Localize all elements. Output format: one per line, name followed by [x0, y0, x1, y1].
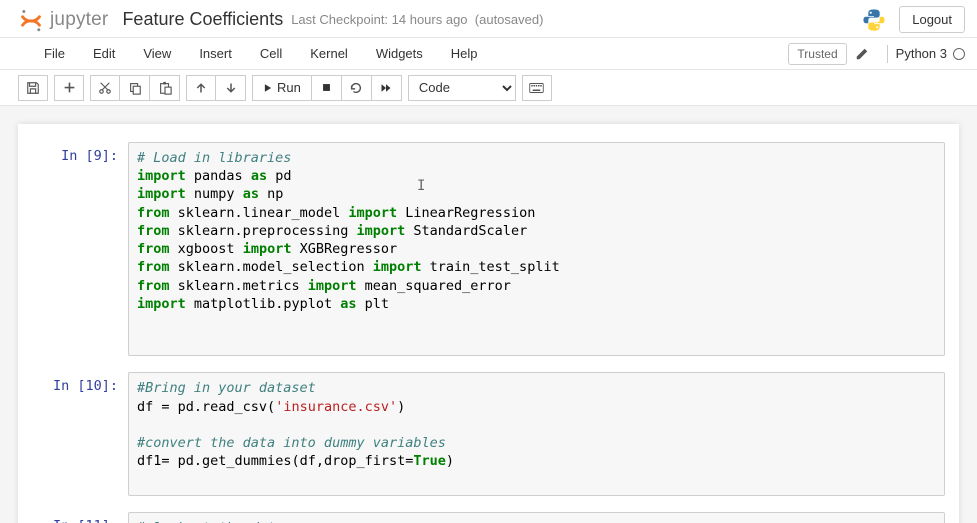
input-prompt: In [10]: — [32, 372, 128, 495]
celltype-select[interactable]: Code — [408, 75, 516, 101]
fast-forward-icon — [379, 82, 393, 94]
jupyter-logo-text: jupyter — [50, 9, 108, 31]
code-cell[interactable]: In [9]: # Load in libraries import panda… — [26, 138, 951, 360]
menu-cell[interactable]: Cell — [246, 40, 296, 67]
notebook-header: jupyter Feature Coefficients Last Checkp… — [0, 0, 977, 38]
cut-button[interactable] — [90, 75, 120, 101]
menu-widgets[interactable]: Widgets — [362, 40, 437, 67]
toolbar: Run Code — [0, 70, 977, 106]
code-input[interactable]: # look at the data df.head() — [128, 512, 945, 523]
logout-button[interactable]: Logout — [899, 6, 965, 33]
run-button[interactable]: Run — [252, 75, 312, 101]
code-input[interactable]: # Load in libraries import pandas as pd … — [128, 142, 945, 356]
pencil-icon[interactable] — [855, 47, 869, 61]
copy-icon — [128, 81, 142, 95]
checkpoint-text: Last Checkpoint: 14 hours ago (autosaved… — [291, 12, 543, 27]
code-input[interactable]: #Bring in your dataset df = pd.read_csv(… — [128, 372, 945, 495]
jupyter-logo[interactable]: jupyter — [18, 7, 108, 33]
copy-button[interactable] — [120, 75, 150, 101]
notebook-title[interactable]: Feature Coefficients — [122, 9, 283, 30]
move-down-button[interactable] — [216, 75, 246, 101]
input-prompt: In [9]: — [32, 142, 128, 356]
python-icon — [861, 7, 887, 33]
plus-icon — [63, 81, 76, 94]
kernel-name[interactable]: Python 3 — [896, 46, 947, 61]
menu-help[interactable]: Help — [437, 40, 492, 67]
menu-kernel[interactable]: Kernel — [296, 40, 362, 67]
restart-button[interactable] — [342, 75, 372, 101]
menubar: File Edit View Insert Cell Kernel Widget… — [0, 38, 977, 70]
play-icon — [263, 83, 273, 93]
refresh-icon — [349, 81, 363, 95]
notebook-container: In [9]: # Load in libraries import panda… — [18, 124, 959, 523]
jupyter-icon — [18, 7, 44, 33]
paste-icon — [158, 81, 172, 95]
notebook-area: In [9]: # Load in libraries import panda… — [0, 106, 977, 523]
save-button[interactable] — [18, 75, 48, 101]
menu-edit[interactable]: Edit — [79, 40, 129, 67]
trusted-indicator[interactable]: Trusted — [788, 43, 846, 65]
arrow-down-icon — [225, 82, 237, 94]
text-cursor-icon: I — [417, 177, 425, 196]
stop-button[interactable] — [312, 75, 342, 101]
code-cell[interactable]: In [10]: #Bring in your dataset df = pd.… — [26, 368, 951, 499]
paste-button[interactable] — [150, 75, 180, 101]
menu-insert[interactable]: Insert — [185, 40, 246, 67]
input-prompt: In [11]: — [32, 512, 128, 523]
move-up-button[interactable] — [186, 75, 216, 101]
menu-file[interactable]: File — [30, 40, 79, 67]
arrow-up-icon — [195, 82, 207, 94]
stop-icon — [321, 82, 332, 93]
command-palette-button[interactable] — [522, 75, 552, 101]
kernel-status-icon — [953, 48, 965, 60]
keyboard-icon — [529, 82, 544, 94]
menu-view[interactable]: View — [129, 40, 185, 67]
add-cell-button[interactable] — [54, 75, 84, 101]
scissors-icon — [98, 81, 112, 95]
restart-run-all-button[interactable] — [372, 75, 402, 101]
save-icon — [26, 81, 40, 95]
code-cell[interactable]: In [11]: # look at the data df.head() — [26, 508, 951, 523]
